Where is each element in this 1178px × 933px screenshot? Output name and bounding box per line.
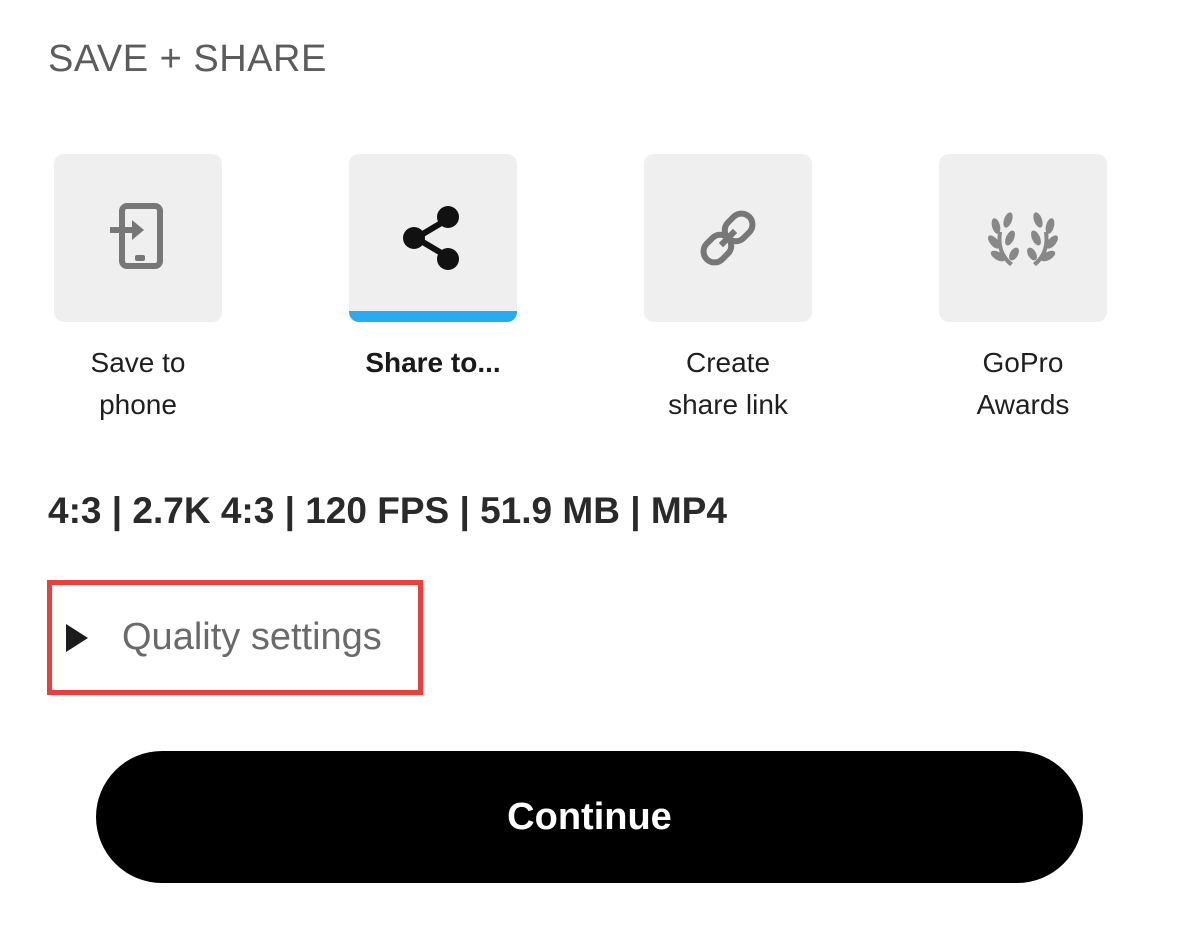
expand-triangle-icon [66, 623, 88, 652]
option-tile[interactable] [54, 154, 222, 322]
laurel-icon [988, 212, 1058, 266]
link-icon [700, 210, 756, 266]
option-save-to-phone[interactable]: Save to phone [54, 154, 222, 426]
save-share-screen: SAVE + SHARE Save to phone Share to... C… [0, 0, 1178, 933]
quality-settings-label: Quality settings [122, 616, 382, 658]
quality-settings-toggle[interactable]: Quality settings [47, 580, 423, 695]
save-to-phone-icon [110, 203, 163, 269]
option-tile[interactable] [939, 154, 1107, 322]
option-label: Save to phone [90, 347, 186, 420]
video-specs: 4:3 | 2.7K 4:3 | 120 FPS | 51.9 MB | MP4 [48, 490, 727, 531]
option-label: Share to... [365, 347, 501, 378]
option-share-to[interactable]: Share to... [349, 154, 517, 384]
option-gopro-awards[interactable]: GoPro Awards [939, 154, 1107, 426]
selected-indicator [349, 311, 517, 322]
option-label: GoPro Awards [976, 347, 1070, 420]
share-icon [403, 206, 459, 270]
option-tile[interactable] [644, 154, 812, 322]
share-options: Save to phone Share to... Create share l… [0, 154, 1178, 434]
option-tile-selected[interactable] [349, 154, 517, 322]
section-title: SAVE + SHARE [48, 38, 327, 80]
option-label: Create share link [668, 347, 788, 420]
continue-button[interactable]: Continue [96, 751, 1083, 883]
option-create-share-link[interactable]: Create share link [644, 154, 812, 426]
